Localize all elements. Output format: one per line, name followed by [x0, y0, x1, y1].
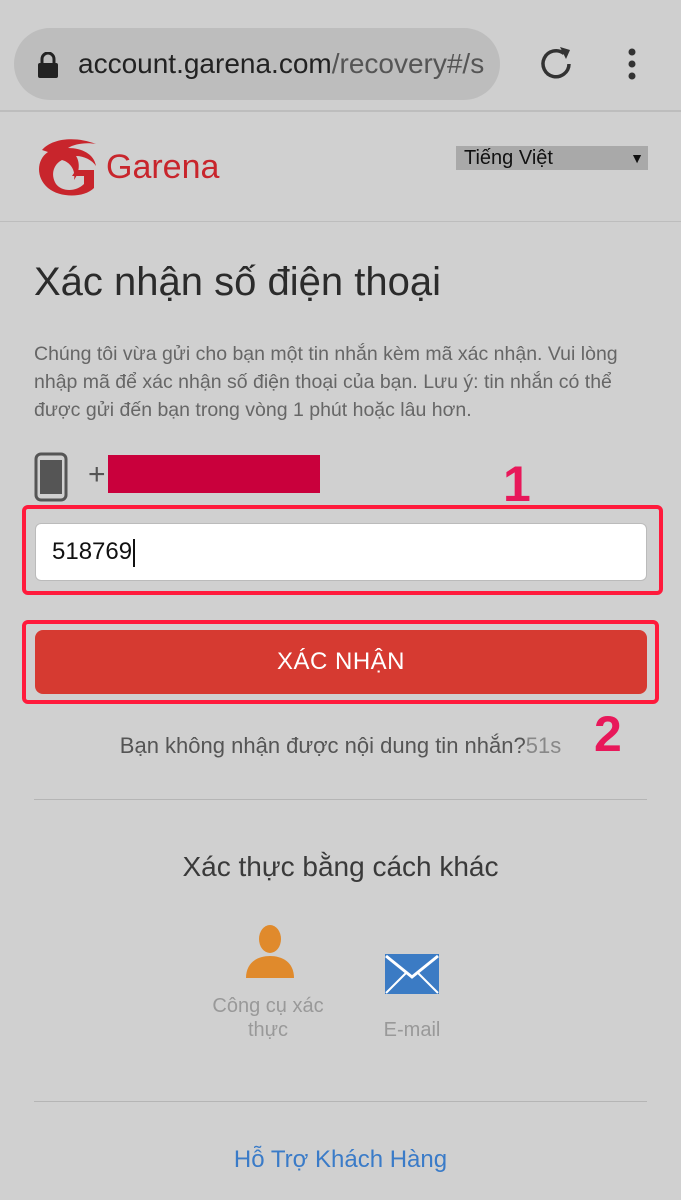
redacted-phone-number	[108, 455, 320, 493]
person-icon[interactable]	[244, 922, 296, 978]
code-value: 518769	[52, 538, 133, 565]
lock-icon	[38, 52, 58, 78]
url-path: /recovery#/s	[331, 48, 485, 79]
page-title: Xác nhận số điện thoại	[34, 260, 441, 304]
reload-icon[interactable]	[536, 44, 576, 84]
auth-tool-label[interactable]: Công cụ xác thực	[198, 994, 338, 1042]
mail-icon[interactable]	[384, 953, 440, 995]
divider	[34, 1101, 647, 1102]
customer-support-link[interactable]: Hỗ Trợ Khách Hàng	[0, 1143, 681, 1177]
resend-prompt: Bạn không nhận được nội dung tin nhắn?51…	[0, 728, 681, 764]
divider	[34, 799, 647, 800]
confirm-button[interactable]: XÁC NHẬN	[35, 630, 647, 694]
verification-code-input[interactable]: 518769	[35, 523, 647, 581]
logo-text: Garena	[106, 148, 220, 186]
email-label[interactable]: E-mail	[372, 1018, 452, 1042]
resend-text: Bạn không nhận được nội dung tin nhắn?	[119, 733, 526, 758]
annotation-step-1: 1	[503, 456, 531, 512]
text-caret	[133, 538, 136, 567]
alternative-methods-title: Xác thực bằng cách khác	[182, 851, 499, 882]
description-text: Chúng tôi vừa gửi cho bạn một tin nhắn k…	[34, 343, 618, 421]
phone-prefix: +	[88, 458, 106, 491]
resend-countdown: 51s	[525, 733, 562, 758]
url-domain: account.garena.com	[78, 48, 332, 79]
dropdown-arrow-icon: ▼	[630, 150, 644, 166]
language-select[interactable]: Tiếng Việt ▼	[456, 146, 648, 170]
url-text[interactable]: account.garena.com/recovery#/s	[78, 44, 492, 84]
more-menu-icon[interactable]	[620, 44, 644, 84]
phone-icon	[34, 452, 68, 502]
language-value: Tiếng Việt	[464, 147, 553, 169]
